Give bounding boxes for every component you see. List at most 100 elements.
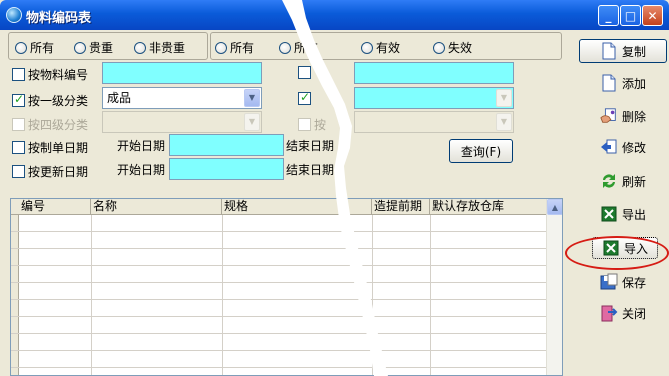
right-filter-3: 按 [298, 116, 326, 133]
filter-label: 按更新日期 [28, 165, 89, 179]
refresh-button-label: 刷新 [621, 174, 646, 189]
checkbox[interactable] [12, 141, 25, 154]
col-line [430, 215, 431, 375]
radio-circle[interactable] [134, 41, 146, 54]
col-line [91, 215, 92, 375]
column-header-lead-time[interactable]: 造提前期 [372, 199, 430, 215]
copy-button-label: 复制 [621, 44, 646, 59]
filter-by-code[interactable]: 按物料编号 [12, 66, 88, 83]
radio-valid[interactable]: 有效 [361, 39, 400, 56]
level4-select: ▼ [102, 111, 262, 133]
filter-label: 按物料编号 [28, 68, 89, 82]
close-button[interactable]: ✕ [642, 5, 663, 26]
radio-circle[interactable] [215, 41, 227, 54]
close-icon: ✕ [647, 8, 658, 23]
radio-label: 非贵重 [149, 41, 186, 55]
create-start-date-input[interactable] [169, 134, 284, 156]
grid-header: 编号 名称 规格 造提前期 默认存放仓库 [11, 199, 548, 215]
filter-by-level4: 按四级分类 [12, 116, 88, 133]
level1-select[interactable]: 成品 ▼ [102, 87, 262, 109]
column-header-label: 名称 [93, 199, 118, 213]
radio-precious[interactable]: 贵重 [74, 39, 113, 56]
radio-circle[interactable] [15, 41, 27, 54]
update-start-date-input[interactable] [169, 158, 284, 180]
column-header-label: 默认存放仓库 [432, 199, 505, 213]
radio-all-status-2[interactable]: 所有 [279, 39, 318, 56]
radio-label: 贵重 [89, 41, 114, 55]
query-button-label: 查询(F) [460, 144, 502, 159]
export-button[interactable]: 导出 [579, 202, 667, 226]
app-icon [6, 7, 22, 23]
checkbox[interactable] [12, 68, 25, 81]
column-header-spec[interactable]: 规格 [222, 199, 372, 215]
col-line [222, 215, 223, 375]
column-header-label: 编号 [21, 199, 46, 213]
radio-circle[interactable] [361, 41, 373, 54]
close-window-button-label: 关闭 [621, 306, 646, 321]
refresh-button[interactable]: 刷新 [579, 169, 667, 193]
value-radio-group: 所有 贵重 非贵重 [8, 32, 208, 60]
column-header-default-warehouse[interactable]: 默认存放仓库 [430, 199, 548, 215]
checkbox[interactable] [12, 165, 25, 178]
column-header-label: 规格 [224, 199, 249, 213]
right-filter-2-checkbox[interactable] [298, 90, 311, 105]
right-filter-2-select[interactable]: ▼ [354, 87, 514, 109]
refresh-icon [600, 172, 618, 190]
radio-label: 所有 [30, 41, 55, 55]
vertical-scrollbar[interactable]: ▲ [546, 199, 562, 375]
scroll-up-icon[interactable]: ▲ [547, 199, 562, 215]
filter-label: 按四级分类 [28, 118, 89, 132]
filter-label: 按 [314, 118, 327, 132]
status-radio-group: 所有 所有 有效 失效 [210, 32, 562, 60]
chevron-down-icon[interactable]: ▼ [244, 89, 260, 107]
right-filter-3-select: ▼ [354, 111, 514, 133]
grid-body[interactable] [11, 215, 548, 375]
right-filter-1-input[interactable] [354, 62, 514, 84]
maximize-button[interactable]: □ [620, 5, 641, 26]
chevron-down-icon[interactable]: ▼ [496, 89, 512, 107]
add-button-label: 添加 [621, 76, 646, 91]
filter-label: 按制单日期 [28, 141, 89, 155]
query-button[interactable]: 查询(F) [449, 139, 513, 163]
filter-by-level1[interactable]: 按一级分类 [12, 92, 88, 109]
minimize-button[interactable]: _ [598, 5, 619, 26]
radio-circle[interactable] [74, 41, 86, 54]
edit-arrow-icon [600, 138, 618, 156]
radio-invalid[interactable]: 失效 [433, 39, 472, 56]
radio-label: 有效 [376, 41, 401, 55]
column-header-code[interactable]: 编号 [19, 199, 91, 215]
excel-icon [600, 205, 618, 223]
material-grid[interactable]: 编号 名称 规格 造提前期 默认存放仓库 ▲ [10, 198, 563, 376]
checkbox[interactable] [12, 92, 25, 107]
edit-button[interactable]: 修改 [579, 135, 667, 159]
filter-by-update-date[interactable]: 按更新日期 [12, 163, 88, 180]
code-input[interactable] [102, 62, 262, 84]
filter-label: 按一级分类 [28, 94, 89, 108]
radio-circle[interactable] [433, 41, 445, 54]
save-button[interactable]: 保存 [579, 270, 667, 294]
filter-by-create-date[interactable]: 按制单日期 [12, 139, 88, 156]
radio-circle[interactable] [279, 41, 291, 54]
delete-button[interactable]: 删除 [579, 104, 667, 128]
radio-non-precious[interactable]: 非贵重 [134, 39, 185, 56]
add-button[interactable]: 添加 [579, 71, 667, 95]
copy-button[interactable]: 复制 [579, 39, 667, 63]
right-filter-1-checkbox[interactable] [298, 66, 311, 79]
export-button-label: 导出 [621, 207, 646, 222]
col-line [372, 215, 373, 375]
close-window-button[interactable]: 关闭 [579, 301, 667, 325]
column-header-name[interactable]: 名称 [91, 199, 222, 215]
minimize-icon: _ [605, 8, 612, 23]
window-title: 物料编码表 [26, 11, 92, 26]
column-header-label: 造提前期 [374, 199, 423, 213]
document-icon [600, 74, 618, 92]
create-end-date-label: 结束日期 [286, 139, 335, 153]
annotation-ellipse [565, 236, 669, 270]
edit-button-label: 修改 [621, 140, 646, 155]
radio-all-value[interactable]: 所有 [15, 39, 54, 56]
update-start-date-label: 开始日期 [117, 163, 166, 177]
maximize-icon: □ [624, 8, 637, 23]
radio-all-status[interactable]: 所有 [215, 39, 254, 56]
delete-hand-icon [600, 107, 618, 125]
document-icon [600, 42, 618, 60]
